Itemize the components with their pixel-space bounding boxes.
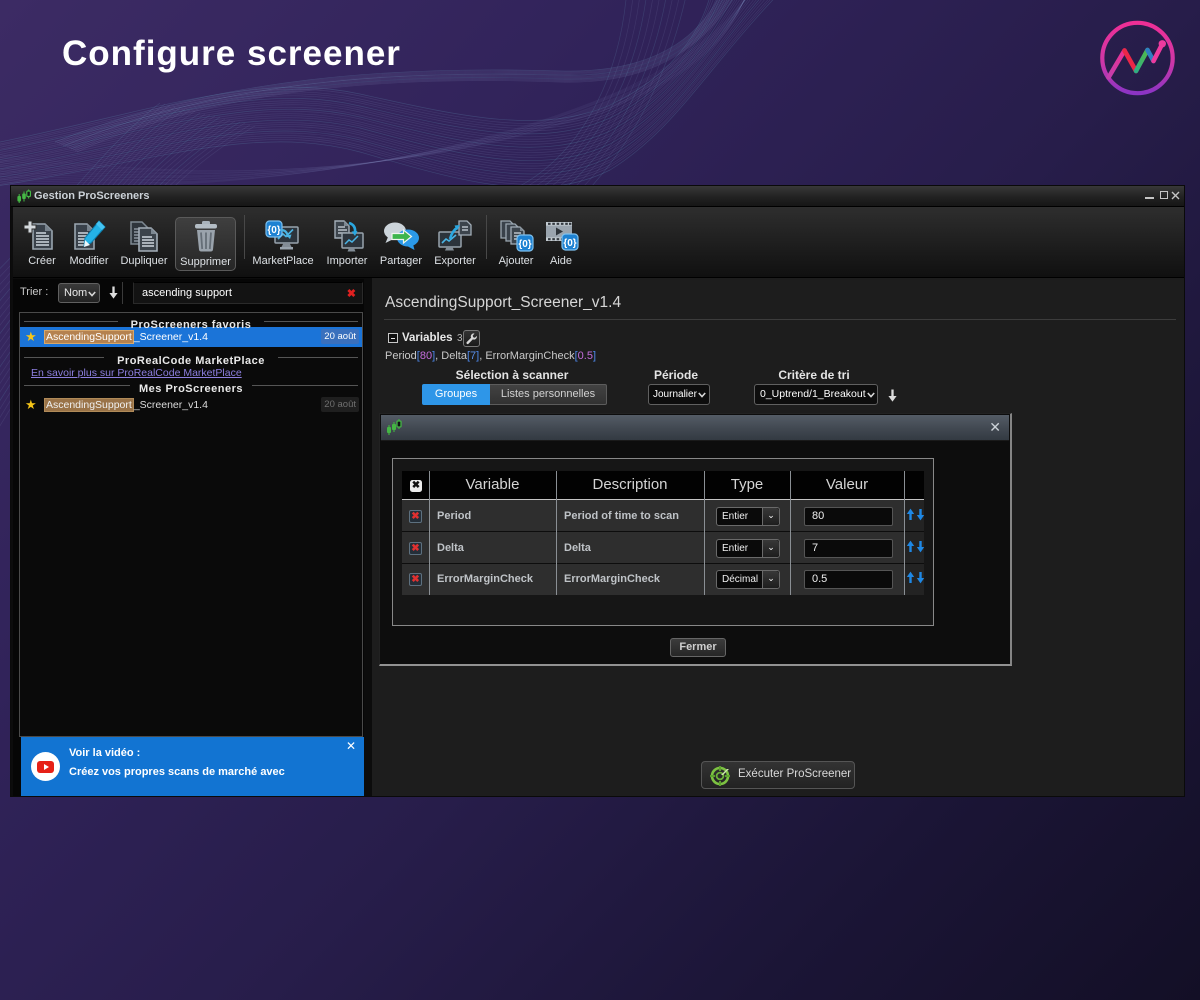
svg-text:{0}: {0} [267, 225, 280, 236]
svg-text:{0}: {0} [563, 238, 576, 249]
